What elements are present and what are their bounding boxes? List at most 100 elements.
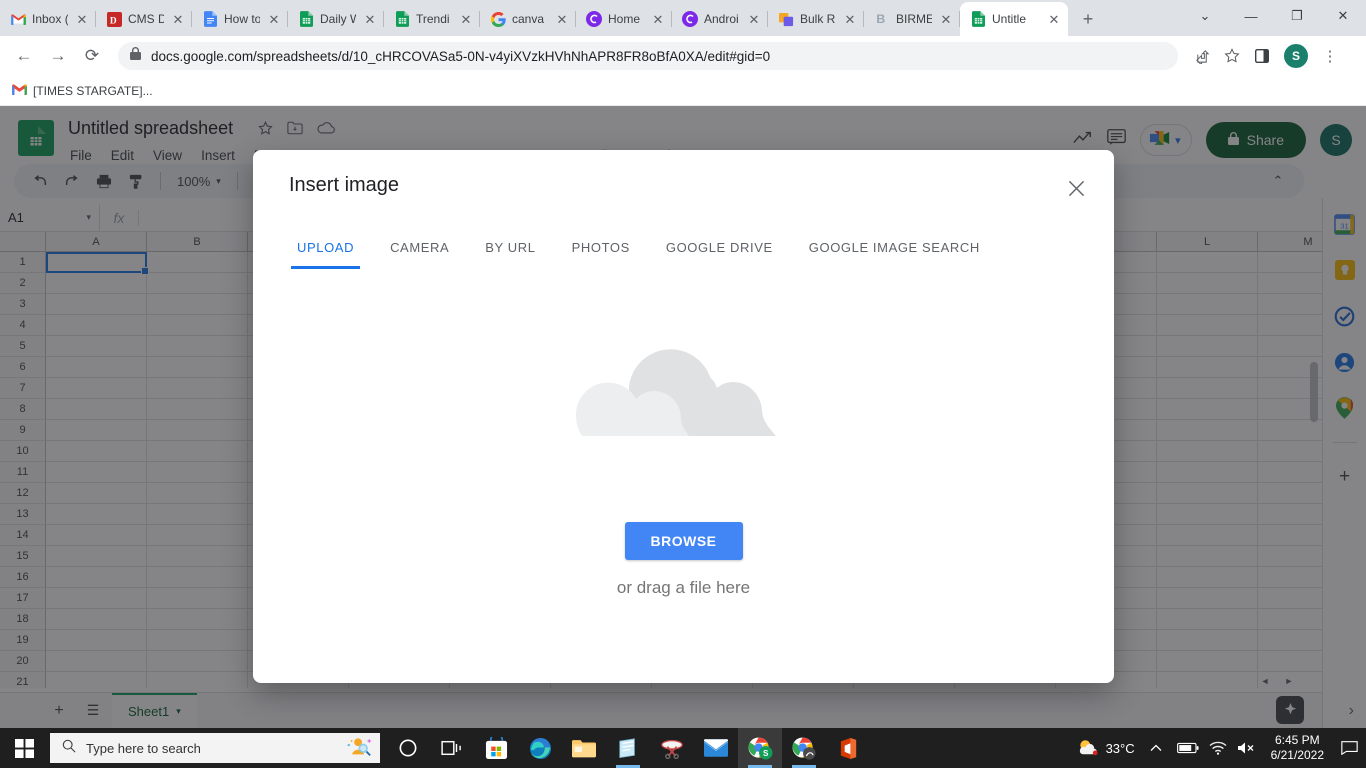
share-icon[interactable] <box>1188 42 1216 70</box>
tab-close-icon[interactable]: ✕ <box>74 11 90 27</box>
tab-title: Inbox ( <box>32 12 68 26</box>
star-icon[interactable] <box>1218 42 1246 70</box>
weather-widget[interactable]: 33°C <box>1077 738 1135 759</box>
tab-close-icon[interactable]: ✕ <box>458 11 474 27</box>
tab-title: CMS D <box>128 12 164 26</box>
upload-panel[interactable]: BROWSE or drag a file here <box>253 268 1114 683</box>
tab-title: Trendi <box>416 12 450 26</box>
browser-tab[interactable]: Androi ✕ <box>672 2 768 36</box>
close-window-button[interactable]: ✕ <box>1320 0 1366 32</box>
partly-cloudy-icon <box>1077 738 1099 759</box>
taskbar-search-input[interactable]: Type here to search <box>50 733 380 763</box>
browser-tab[interactable]: How to ✕ <box>192 2 288 36</box>
tab-search-button[interactable]: ⌄ <box>1182 0 1228 32</box>
forward-icon[interactable]: → <box>42 40 74 72</box>
clock-time: 6:45 PM <box>1274 733 1320 747</box>
tab-close-icon[interactable]: ✕ <box>170 11 186 27</box>
gmail-icon <box>12 83 27 98</box>
taskbar-microsoft-edge-icon[interactable] <box>518 728 562 768</box>
screen: Inbox (✕ D CMS D ✕ How to ✕ Daily W ✕ Trendi ✕ can… <box>0 0 1366 768</box>
google-docs-icon <box>202 11 218 27</box>
battery-icon[interactable] <box>1176 742 1199 754</box>
taskbar-google-chrome-sheets-icon[interactable]: S <box>738 728 782 768</box>
bookmarks-bar: [TIMES STARGATE]... <box>0 76 1366 106</box>
dialog-tab-by-url[interactable]: BY URL <box>467 232 553 269</box>
cloud-upload-illustration <box>576 348 776 436</box>
side-panel-icon[interactable] <box>1248 42 1276 70</box>
taskbar-task-view-icon[interactable] <box>430 728 474 768</box>
taskbar-cortana-icon[interactable] <box>386 728 430 768</box>
action-center-icon[interactable] <box>1338 728 1360 768</box>
canva-icon <box>682 11 698 27</box>
tab-close-icon[interactable]: ✕ <box>1046 11 1062 27</box>
tab-close-icon[interactable]: ✕ <box>842 11 858 27</box>
dialog-tab-photos[interactable]: PHOTOS <box>554 232 648 269</box>
lock-icon <box>130 47 141 65</box>
dialog-tab-camera[interactable]: CAMERA <box>372 232 467 269</box>
browser-tab[interactable]: Daily W ✕ <box>288 2 384 36</box>
maximize-button[interactable]: ❐ <box>1274 0 1320 32</box>
volume-muted-icon[interactable] <box>1237 741 1257 755</box>
taskbar-file-explorer-icon[interactable] <box>562 728 606 768</box>
bookmark-item[interactable]: [TIMES STARGATE]... <box>12 84 153 98</box>
browser-tab-active[interactable]: Untitle ✕ <box>960 2 1068 36</box>
dialog-tab-google-drive[interactable]: GOOGLE DRIVE <box>648 232 791 269</box>
show-hidden-icons-chevron[interactable] <box>1145 728 1167 768</box>
browser-tab[interactable]: canva - ✕ <box>480 2 576 36</box>
minimize-button[interactable]: — <box>1228 0 1274 32</box>
tab-close-icon[interactable]: ✕ <box>746 11 762 27</box>
taskbar-snipping-tool-icon[interactable] <box>650 728 694 768</box>
sheets-icon <box>298 11 314 27</box>
taskbar-mail-icon[interactable] <box>694 728 738 768</box>
sheets-icon <box>970 11 986 27</box>
insert-image-dialog: Insert image UPLOAD CAMERA BY URL PHOTOS GOO… <box>253 150 1114 683</box>
browser-tab[interactable]: Trendi ✕ <box>384 2 480 36</box>
taskbar-sticky-notes-icon[interactable] <box>606 728 650 768</box>
sheets-icon <box>394 11 410 27</box>
tab-title: canva - <box>512 12 548 26</box>
bulk-resize-icon <box>778 11 794 27</box>
svg-text:S: S <box>763 749 769 758</box>
dialog-tab-google-image-search[interactable]: GOOGLE IMAGE SEARCH <box>791 232 998 269</box>
docs-red-icon: D <box>106 11 122 27</box>
browser-tab[interactable]: D CMS D ✕ <box>96 2 192 36</box>
reload-icon[interactable]: ⟳ <box>76 40 108 72</box>
browser-toolbar: ← → ⟳ docs.google.com/spreadsheets/d/10_… <box>0 36 1366 76</box>
cortana-person-icon <box>346 736 372 761</box>
browser-tab[interactable]: B BIRME ✕ <box>864 2 960 36</box>
dialog-tab-bar: UPLOAD CAMERA BY URL PHOTOS GOOGLE DRIVE GOOG… <box>279 232 998 269</box>
windows-taskbar: Type here to search S 33°C 6:45 PM 6/21/… <box>0 728 1366 768</box>
browser-tab[interactable]: Home ✕ <box>576 2 672 36</box>
dialog-tab-upload[interactable]: UPLOAD <box>279 232 372 269</box>
gmail-icon <box>10 11 26 27</box>
taskbar-google-chrome-icon[interactable] <box>782 728 826 768</box>
new-tab-button[interactable]: + <box>1074 5 1102 33</box>
browse-button[interactable]: BROWSE <box>624 521 743 560</box>
tab-title: Untitle <box>992 12 1027 26</box>
tab-close-icon[interactable]: ✕ <box>938 11 954 27</box>
clock-date: 6/21/2022 <box>1270 748 1324 762</box>
tab-close-icon[interactable]: ✕ <box>362 11 378 27</box>
windows-start-icon[interactable] <box>0 728 48 768</box>
tab-title: BIRME <box>896 12 932 26</box>
browser-tab[interactable]: Inbox ( ✕ <box>0 2 96 36</box>
back-icon[interactable]: ← <box>8 40 40 72</box>
close-icon[interactable] <box>1060 172 1092 204</box>
taskbar-clock[interactable]: 6:45 PM 6/21/2022 <box>1267 733 1328 763</box>
wifi-icon[interactable] <box>1209 741 1227 755</box>
system-tray: 33°C 6:45 PM 6/21/2022 <box>1077 728 1366 768</box>
taskbar-microsoft-store-icon[interactable] <box>474 728 518 768</box>
tab-close-icon[interactable]: ✕ <box>554 11 570 27</box>
browser-tab[interactable]: Bulk R ✕ <box>768 2 864 36</box>
temperature-text: 33°C <box>1105 740 1135 756</box>
tab-title: Androi <box>704 12 739 26</box>
taskbar-microsoft-office-icon[interactable] <box>826 728 870 768</box>
dialog-title: Insert image <box>289 174 400 196</box>
bookmark-label: [TIMES STARGATE]... <box>33 83 153 98</box>
tab-close-icon[interactable]: ✕ <box>650 11 666 27</box>
tab-close-icon[interactable]: ✕ <box>266 11 282 27</box>
canva-icon <box>586 11 602 27</box>
address-bar[interactable]: docs.google.com/spreadsheets/d/10_cHRCOV… <box>118 42 1178 70</box>
chrome-profile-avatar[interactable]: S <box>1284 44 1308 68</box>
chrome-menu-icon[interactable]: ⋮ <box>1316 42 1344 70</box>
